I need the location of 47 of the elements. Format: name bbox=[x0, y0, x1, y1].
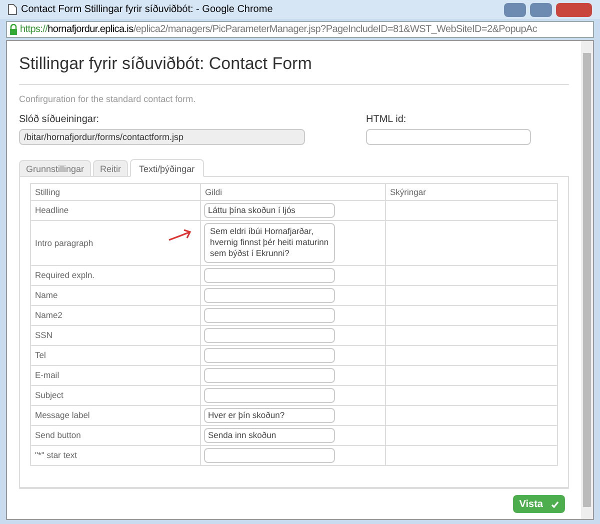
input-field[interactable] bbox=[204, 368, 335, 383]
table-cell: Subject bbox=[30, 386, 200, 406]
input-field[interactable] bbox=[204, 448, 335, 463]
input-field[interactable] bbox=[204, 268, 335, 283]
column-header: Stilling bbox=[30, 184, 200, 200]
field-label: Slóð síðueiningar: bbox=[19, 113, 100, 127]
input-field[interactable]: Hver er þín skoðun? bbox=[204, 408, 335, 423]
close-button[interactable] bbox=[556, 2, 592, 16]
address-bar[interactable]: https://hornafjordur.eplica.is/eplica2/managers/PicParameterManager.jsp?PageIncludeID=81&WST_WebSiteID=2&PopupAc bbox=[6, 21, 594, 38]
table-cell: Name bbox=[30, 286, 200, 306]
annotation-arrow bbox=[168, 228, 192, 242]
field-label: HTML id: bbox=[366, 113, 408, 127]
page-icon bbox=[8, 4, 17, 15]
maximize-button[interactable] bbox=[530, 2, 552, 16]
table-cell: Message label bbox=[30, 406, 200, 426]
input-field[interactable] bbox=[204, 328, 335, 343]
window-title: Contact Form Stillingar fyrir síðuviðbót: - Google Chrome bbox=[21, 3, 273, 17]
check-icon bbox=[551, 500, 559, 508]
path-field[interactable]: /bitar/hornafjordur/forms/contactform.jsp bbox=[19, 129, 305, 145]
description: Confirguration for the standard contact form. bbox=[19, 92, 197, 106]
table-cell: Send button bbox=[30, 426, 200, 446]
input-field[interactable] bbox=[204, 348, 335, 363]
input-field[interactable] bbox=[204, 388, 335, 403]
scrollbar[interactable] bbox=[581, 41, 593, 519]
text-area[interactable]: Sem eldri íbúi Hornafjarðar, hvernig finnst þér heiti maturinn sem býðst í Ekrunni? bbox=[204, 223, 335, 263]
table-cell: E-mail bbox=[30, 366, 200, 386]
minimize-button[interactable] bbox=[504, 2, 526, 16]
table-cell: "*" star text bbox=[30, 446, 200, 466]
input-field[interactable] bbox=[204, 288, 335, 303]
tab[interactable]: Texti/þýðingar bbox=[130, 159, 204, 177]
table-cell: Required expln. bbox=[30, 266, 200, 286]
column-header: Gildi bbox=[200, 184, 386, 200]
input-field[interactable]: Láttu þína skoðun í ljós bbox=[204, 203, 335, 218]
table-cell: Intro paragraph bbox=[30, 220, 200, 266]
tab[interactable]: Grunnstillingar bbox=[19, 160, 92, 177]
table-cell: Headline bbox=[30, 200, 200, 220]
column-header: Skýringar bbox=[386, 184, 558, 200]
tab[interactable]: Reitir bbox=[93, 160, 128, 177]
html-id-field[interactable] bbox=[366, 129, 531, 145]
dialog-title: Stillingar fyrir síðuviðbót: Contact Form bbox=[19, 41, 569, 84]
table-cell: Tel bbox=[30, 346, 200, 366]
table-cell: Name2 bbox=[30, 306, 200, 326]
input-field[interactable]: Senda inn skoðun bbox=[204, 428, 335, 443]
input-field[interactable] bbox=[204, 308, 335, 323]
lock-icon bbox=[9, 24, 18, 35]
table-cell: SSN bbox=[30, 326, 200, 346]
url-text: https://hornafjordur.eplica.is/eplica2/managers/PicParameterManager.jsp?PageIncludeID=81&WST_WebSiteID=2&PopupAc bbox=[20, 23, 538, 37]
